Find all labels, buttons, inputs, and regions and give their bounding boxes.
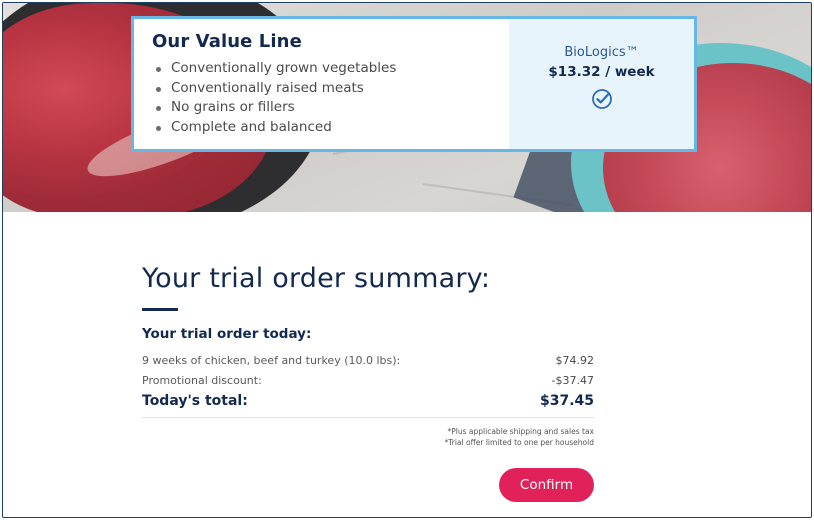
line-label: Promotional discount: bbox=[142, 374, 262, 387]
check-circle-icon[interactable] bbox=[591, 88, 613, 110]
bullet-icon bbox=[156, 125, 161, 131]
confirm-button[interactable]: Confirm bbox=[499, 468, 594, 502]
bullet-icon bbox=[156, 86, 161, 92]
fine-print-limit: *Trial offer limited to one per househol… bbox=[444, 438, 594, 447]
line-amount: -$37.47 bbox=[551, 374, 594, 387]
heading-underline bbox=[142, 308, 178, 311]
brand-name: BioLogics™ bbox=[564, 45, 639, 60]
value-line-title: Our Value Line bbox=[152, 31, 302, 52]
feature-list: Conventionally grown vegetables Conventi… bbox=[152, 59, 509, 137]
bullet-icon bbox=[156, 67, 161, 72]
plan-option[interactable]: BioLogics™ $13.32 / week bbox=[509, 19, 694, 149]
summary-subheading: Your trial order today: bbox=[142, 326, 312, 342]
total-label: Today's total: bbox=[142, 393, 248, 409]
fine-print: *Plus applicable shipping and sales tax … bbox=[142, 426, 594, 448]
feature-item: No grains or fillers bbox=[152, 98, 509, 118]
order-summary: Your trial order summary: Your trial ord… bbox=[142, 263, 594, 502]
total-amount: $37.45 bbox=[539, 393, 594, 409]
line-amount: $74.92 bbox=[555, 354, 595, 367]
order-line-item: 9 weeks of chicken, beef and turkey (10.… bbox=[142, 351, 594, 371]
page-frame: Our Value Line Conventionally grown vege… bbox=[2, 2, 812, 518]
feature-item: Conventionally raised meats bbox=[152, 79, 509, 99]
total-row: Today's total: $37.45 bbox=[142, 393, 594, 418]
plan-price: $13.32 / week bbox=[548, 64, 655, 80]
fine-print-shipping: *Plus applicable shipping and sales tax bbox=[447, 427, 594, 436]
value-line-card[interactable]: Our Value Line Conventionally grown vege… bbox=[131, 16, 697, 152]
value-line-details: Our Value Line Conventionally grown vege… bbox=[134, 19, 509, 149]
feature-item: Complete and balanced bbox=[152, 118, 509, 138]
discount-line-item: Promotional discount: -$37.47 bbox=[142, 371, 594, 391]
line-label: 9 weeks of chicken, beef and turkey (10.… bbox=[142, 354, 401, 367]
feature-item: Conventionally grown vegetables bbox=[152, 59, 509, 79]
summary-heading: Your trial order summary: bbox=[142, 263, 491, 294]
bullet-icon bbox=[156, 106, 161, 111]
